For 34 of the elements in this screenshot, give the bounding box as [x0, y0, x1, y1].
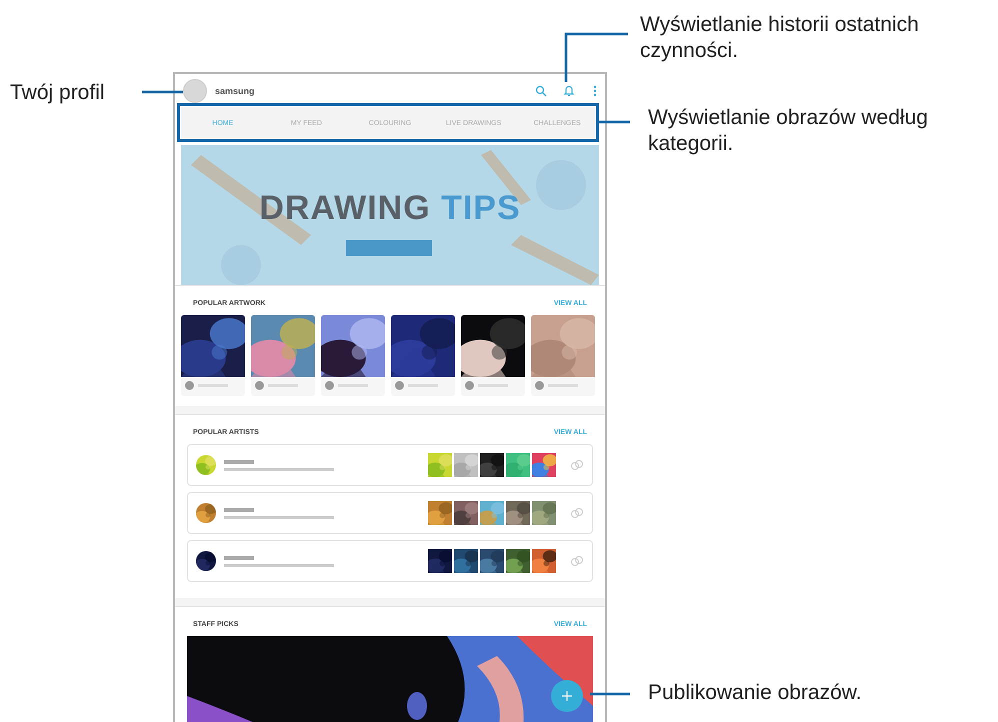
bell-icon[interactable] [563, 84, 575, 97]
blurred-text [224, 556, 254, 560]
leader-line [598, 120, 630, 124]
blurred-text [224, 508, 254, 512]
profile-name: samsung [215, 86, 256, 96]
avatar [255, 381, 264, 390]
artwork-card[interactable] [321, 315, 385, 396]
plus-icon [562, 691, 572, 701]
leader-line [590, 692, 630, 696]
avatar [325, 381, 334, 390]
avatar [185, 381, 194, 390]
artwork-card[interactable] [181, 315, 245, 396]
link-icon[interactable] [570, 554, 584, 568]
search-icon[interactable] [535, 84, 547, 96]
leader-line [142, 90, 183, 94]
avatar [395, 381, 404, 390]
artist-row[interactable] [187, 444, 593, 486]
artwork-card[interactable] [461, 315, 525, 396]
avatar [465, 381, 474, 390]
leader-line [564, 32, 628, 82]
callout-text: Twój profil [10, 80, 106, 106]
banner[interactable]: DRAWING TIPS [181, 145, 599, 285]
artwork-card[interactable] [391, 315, 455, 396]
avatar [535, 381, 544, 390]
avatar[interactable] [183, 78, 207, 102]
link-icon[interactable] [570, 458, 584, 472]
menu-icon[interactable] [593, 84, 597, 96]
banner-title: DRAWING TIPS [258, 189, 522, 228]
callout-text: Wyświetlanie historii ostatnich czynności. [640, 12, 920, 64]
link-icon[interactable] [570, 506, 584, 520]
callout-text: Publikowanie obrazów. [648, 680, 863, 706]
blurred-text [224, 460, 254, 464]
callout-text: Wyświetlanie obrazów według kategorii. [648, 105, 929, 157]
artist-row[interactable] [187, 540, 593, 582]
